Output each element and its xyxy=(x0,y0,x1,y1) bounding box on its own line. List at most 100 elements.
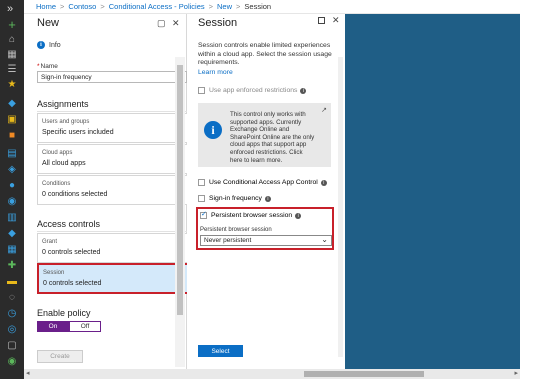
checkbox-box xyxy=(200,210,207,219)
enable-policy-heading: Enable policy xyxy=(37,308,91,318)
breadcrumb-separator: > xyxy=(236,2,241,11)
checkbox-box xyxy=(198,87,205,94)
breadcrumb-contoso[interactable]: Contoso xyxy=(68,2,96,11)
scrollbar-thumb[interactable] xyxy=(304,371,424,377)
scroll-right-icon[interactable]: ▸ xyxy=(514,369,518,377)
home-icon[interactable]: ⌂ xyxy=(6,34,18,46)
callout-text: This control only works with supported a… xyxy=(230,111,315,164)
blade-key: Grant xyxy=(42,239,58,245)
checkbox-label: Sign-in frequency xyxy=(209,195,262,202)
new-policy-panel: New ▢ ✕ i Info *Name Sign-in frequency ✓… xyxy=(24,14,189,369)
right-strip xyxy=(520,0,543,379)
scroll-left-icon[interactable]: ◂ xyxy=(26,369,30,377)
close-icon[interactable]: ✕ xyxy=(332,15,340,26)
resource-icon-9[interactable]: ◆ xyxy=(6,228,18,240)
vertical-scrollbar[interactable] xyxy=(175,57,185,367)
checkbox-label: Use Conditional Access App Control xyxy=(209,179,318,186)
create-button[interactable]: Create xyxy=(37,350,83,363)
checkbox-label: Persistent browser session xyxy=(211,212,293,219)
session-description: Session controls enable limited experien… xyxy=(198,42,332,66)
cas-app-control-checkbox[interactable]: Use Conditional Access App Control i xyxy=(198,179,327,186)
resource-icon-7[interactable]: ◉ xyxy=(6,196,18,208)
conditions-blade[interactable]: Conditions 0 conditions selected > xyxy=(37,175,189,205)
resource-icon-17[interactable]: ◉ xyxy=(6,356,18,368)
breadcrumb-separator: > xyxy=(60,2,65,11)
resource-icon-10[interactable]: ▦ xyxy=(6,244,18,256)
info-icon[interactable]: i xyxy=(320,179,327,186)
scrollbar-thumb[interactable] xyxy=(177,65,183,315)
horizontal-scrollbar[interactable]: ◂ ▸ xyxy=(24,369,520,379)
resource-icon-6[interactable]: ● xyxy=(6,180,18,192)
checkbox-label: Use app enforced restrictions xyxy=(209,87,298,94)
resource-icon-16[interactable]: ▢ xyxy=(6,340,18,352)
maximize-icon[interactable] xyxy=(318,17,325,24)
info-icon[interactable]: i xyxy=(300,87,307,94)
info-label: Info xyxy=(49,41,61,49)
grant-blade[interactable]: Grant 0 controls selected > xyxy=(37,233,189,263)
name-input[interactable]: Sign-in frequency ✓ xyxy=(37,71,187,83)
toggle-off[interactable]: Off xyxy=(69,321,101,332)
panel-title: New xyxy=(37,17,60,29)
breadcrumb-separator: > xyxy=(100,2,105,11)
users-and-groups-blade[interactable]: Users and groups Specific users included… xyxy=(37,113,189,143)
breadcrumb-new[interactable]: New xyxy=(217,2,232,11)
info-icon: i xyxy=(204,121,222,139)
sign-in-frequency-checkbox[interactable]: Sign-in frequency i xyxy=(198,195,271,202)
chevron-down-icon: ⌄ xyxy=(321,235,328,244)
blade-value: Specific users included xyxy=(42,129,114,136)
blade-value: 0 conditions selected xyxy=(42,191,108,198)
resource-icon-11[interactable]: ✚ xyxy=(6,260,18,272)
name-label: *Name xyxy=(37,63,58,70)
enable-policy-toggle: On Off xyxy=(37,321,101,332)
resource-icon-12[interactable]: ▬ xyxy=(6,276,18,288)
resource-icon-4[interactable]: ▤ xyxy=(6,148,18,160)
breadcrumb-session: Session xyxy=(244,2,272,11)
blade-value: 0 controls selected xyxy=(43,280,102,287)
info-icon: i xyxy=(37,41,45,49)
resource-icon-8[interactable]: ▥ xyxy=(6,212,18,224)
favorites-star-icon[interactable]: ★ xyxy=(6,79,18,91)
background-area xyxy=(345,14,520,369)
checkbox-box xyxy=(198,195,205,202)
blade-key: Users and groups xyxy=(42,119,90,125)
persistent-session-dropdown[interactable]: Never persistent ⌄ xyxy=(200,235,332,246)
learn-more-link[interactable]: Learn more xyxy=(198,69,233,76)
collapse-chevron-icon[interactable]: » xyxy=(7,3,13,15)
select-button[interactable]: Select xyxy=(198,345,243,357)
create-resource-icon[interactable]: + xyxy=(6,18,18,31)
minimize-icon[interactable]: ▢ xyxy=(157,18,166,29)
name-label-text: Name xyxy=(40,63,58,70)
breadcrumb-home[interactable]: Home xyxy=(36,2,56,11)
persistent-browser-session-checkbox[interactable]: Persistent browser session i xyxy=(200,210,302,219)
checkbox-box xyxy=(198,179,205,186)
resource-icon-3[interactable]: ■ xyxy=(6,130,18,142)
session-blade[interactable]: Session 0 controls selected > xyxy=(37,263,189,294)
close-icon[interactable]: ✕ xyxy=(172,18,180,29)
persistent-session-label: Persistent browser session xyxy=(200,227,272,233)
resource-icon-13[interactable]: ◌ xyxy=(6,292,18,304)
cloud-apps-blade[interactable]: Cloud apps All cloud apps > xyxy=(37,144,189,174)
info-icon[interactable]: i xyxy=(295,212,302,219)
resource-icon-1[interactable]: ◆ xyxy=(6,98,18,110)
all-services-icon[interactable]: ☰ xyxy=(6,64,18,76)
resource-icon-2[interactable]: ▣ xyxy=(6,114,18,126)
external-link-icon: ↗ xyxy=(321,107,327,114)
info-icon[interactable]: i xyxy=(264,195,271,202)
blade-value: 0 controls selected xyxy=(42,249,101,256)
resource-icon-14[interactable]: ◷ xyxy=(6,308,18,320)
blade-key: Session xyxy=(43,270,65,276)
resource-icon-15[interactable]: ◎ xyxy=(6,324,18,336)
resource-icon-5[interactable]: ◈ xyxy=(6,164,18,176)
info-callout[interactable]: i This control only works with supported… xyxy=(198,103,331,167)
divider xyxy=(37,231,187,232)
portal-frame: » + ⌂ ▦ ☰ ★ ◆ ▣ ■ ▤ ◈ ● ◉ ▥ ◆ ▦ ✚ ▬ ◌ ◷ … xyxy=(0,0,543,379)
breadcrumb: Home > Contoso > Conditional Access - Poli… xyxy=(24,0,520,14)
breadcrumb-policies[interactable]: Conditional Access - Policies xyxy=(109,2,205,11)
vertical-scrollbar[interactable] xyxy=(338,57,343,357)
app-enforced-restrictions-checkbox[interactable]: Use app enforced restrictions i xyxy=(198,87,307,94)
toggle-on[interactable]: On xyxy=(37,321,69,332)
info-link[interactable]: i Info xyxy=(37,41,61,49)
access-controls-heading: Access controls xyxy=(37,219,101,229)
dashboard-icon[interactable]: ▦ xyxy=(6,49,18,61)
panel-title: Session xyxy=(198,17,238,29)
